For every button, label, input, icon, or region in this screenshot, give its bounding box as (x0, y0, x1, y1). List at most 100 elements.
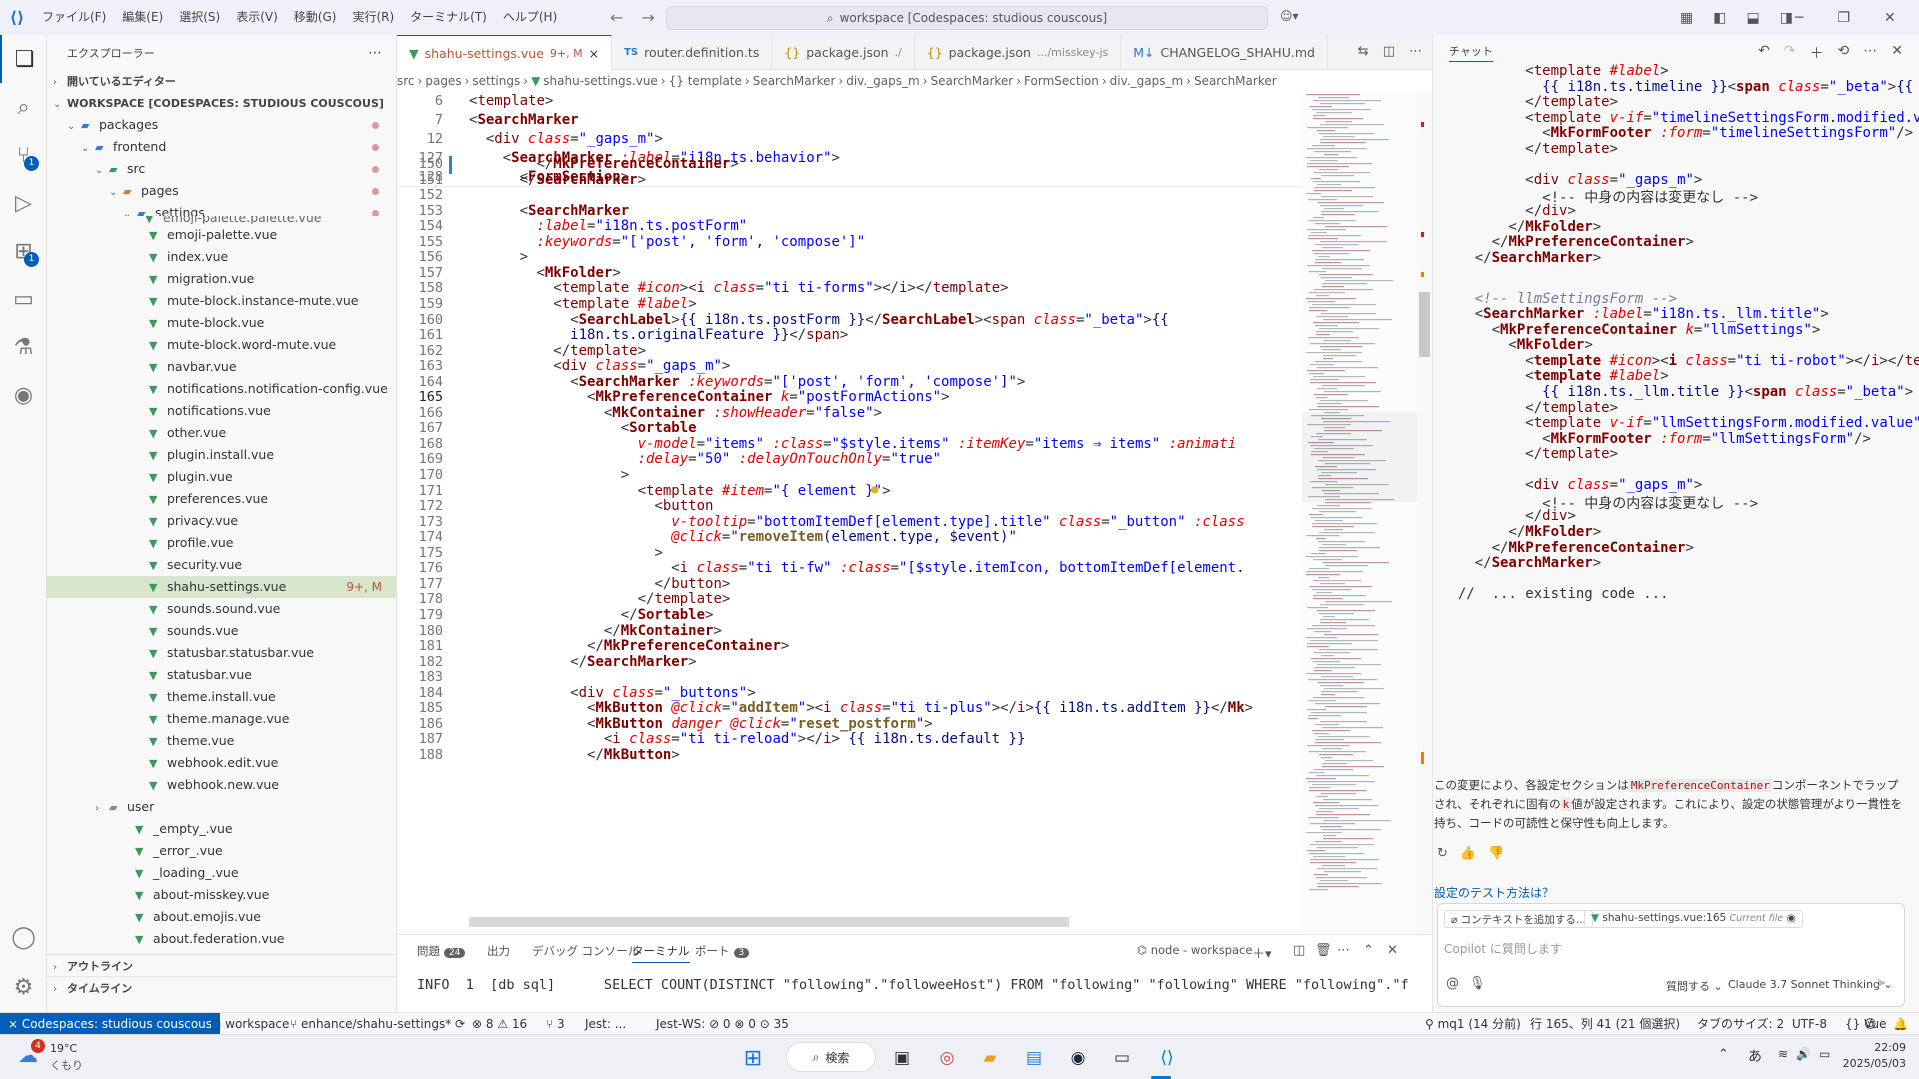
file-explorer-icon[interactable]: ▰ (975, 1043, 1005, 1073)
file-item[interactable]: ▼ _empty_.vue (47, 818, 396, 840)
file-item[interactable]: ▼ webhook.edit.vue (47, 752, 396, 774)
start-icon[interactable]: ⊞ (738, 1043, 768, 1073)
minimap[interactable] (1302, 92, 1417, 934)
breadcrumb-item[interactable]: shahu-settings.vue (543, 74, 658, 88)
file-item[interactable]: ▼ notifications.vue (47, 400, 396, 422)
menu-help[interactable]: ヘルプ(H) (495, 0, 565, 35)
file-clipped[interactable]: ▼ emoji-palette.palette.vue (47, 216, 396, 224)
file-item[interactable]: ▼ shahu-settings.vue 9+, M (47, 576, 396, 598)
more-actions-icon[interactable]: ⋯ (1409, 44, 1422, 59)
breadcrumb-item[interactable]: pages (425, 74, 461, 88)
file-item[interactable]: ▼ preferences.vue (47, 488, 396, 510)
lightbulb-icon[interactable]: ● (871, 482, 878, 496)
undo-icon[interactable]: ↶ (1758, 43, 1770, 63)
breadcrumb-item[interactable]: div._gaps_m (846, 74, 919, 88)
menu-run[interactable]: 実行(R) (344, 0, 402, 35)
panel-tab-debug-console[interactable]: デバッグ コンソール (532, 943, 639, 959)
thumbs-down-icon[interactable]: 👎 (1488, 846, 1504, 861)
workspace-section[interactable]: ⌄ WORKSPACE [CODESPACES: STUDIOUS COUSCOU… (47, 92, 396, 114)
folder-user[interactable]: › ▰ user (47, 796, 396, 818)
file-item[interactable]: ▼ mute-block.instance-mute.vue (47, 290, 396, 312)
mention-icon[interactable]: @ (1446, 976, 1459, 991)
testing-icon[interactable]: ⚗ (0, 323, 47, 371)
menu-go[interactable]: 移動(G) (286, 0, 345, 35)
tab-changelog[interactable]: M↓ CHANGELOG_SHAHU.md (1121, 35, 1328, 70)
file-item[interactable]: ▼ theme.vue (47, 730, 396, 752)
remote-explorer-icon[interactable]: ▭ (0, 275, 47, 323)
close-window-icon[interactable]: ✕ (1884, 10, 1896, 26)
breadcrumb-item[interactable]: SearchMarker (1194, 74, 1277, 88)
code-editor[interactable]: 6 <template> 7 <SearchMarker 12 <div cla… (397, 92, 1302, 934)
task-view-icon[interactable]: ▣ (887, 1043, 917, 1073)
kill-terminal-icon[interactable]: 🗑 (1315, 943, 1332, 958)
ime-indicator[interactable]: あ (1748, 1046, 1762, 1066)
menu-view[interactable]: 表示(V) (228, 0, 286, 35)
add-context-button[interactable]: ⌀ コンテキストを追加する... (1444, 910, 1593, 928)
folder-packages[interactable]: ⌄ ▰ packages (47, 114, 396, 136)
explorer-icon[interactable]: ❏ (0, 35, 47, 83)
close-panel-icon[interactable]: ✕ (1387, 943, 1398, 958)
file-item[interactable]: ▼ _error_.vue (47, 840, 396, 862)
folder-frontend[interactable]: ⌄ ▰ frontend (47, 136, 396, 158)
new-chat-icon[interactable]: ＋ (1810, 43, 1824, 63)
file-item[interactable]: ▼ other.vue (47, 422, 396, 444)
file-item[interactable]: ▼ notifications.notification-config.vue (47, 378, 396, 400)
breadcrumb-item[interactable]: {} template (669, 74, 742, 88)
steam-icon[interactable]: ◉ (1063, 1043, 1093, 1073)
minimize-icon[interactable]: ─ (1795, 10, 1803, 26)
breadcrumb-item[interactable]: settings (472, 74, 520, 88)
menu-selection[interactable]: 選択(S) (171, 0, 228, 35)
current-file-chip[interactable]: ▼ shahu-settings.vue:165 Current file ◉ (1584, 910, 1803, 928)
file-item[interactable]: ▼ mute-block.word-mute.vue (47, 334, 396, 356)
tab-shahu-settings[interactable]: ▼ shahu-settings.vue 9+, M × (397, 35, 613, 70)
restore-icon[interactable]: ❐ (1837, 10, 1850, 26)
file-item[interactable]: ▼ index.vue (47, 246, 396, 268)
new-terminal-icon[interactable]: ＋▾ (1252, 943, 1272, 962)
menu-terminal[interactable]: ターミナル(T) (402, 0, 495, 35)
github-icon[interactable]: ◉ (0, 371, 47, 419)
system-tray[interactable]: ≋ 🔊 ▭ (1778, 1047, 1830, 1061)
back-arrow-icon[interactable]: ← (610, 8, 623, 27)
microphone-icon[interactable]: 🎙 (1469, 976, 1486, 991)
toggle-sidebar-icon[interactable]: ◧ (1713, 10, 1726, 26)
breadcrumb-item[interactable]: FormSection (1024, 74, 1099, 88)
file-item[interactable]: ▼ plugin.install.vue (47, 444, 396, 466)
file-item[interactable]: ▼ privacy.vue (47, 510, 396, 532)
folder-pages[interactable]: ⌄ ▰ pages (47, 180, 396, 202)
clock-date[interactable]: 2025/05/03 (1836, 1057, 1906, 1070)
panel-tab-problems[interactable]: 問題 24 (417, 943, 466, 959)
redo-icon[interactable]: ↷ (1784, 43, 1796, 63)
file-item[interactable]: ▼ about.emojis.vue (47, 906, 396, 928)
file-item[interactable]: ▼ migration.vue (47, 268, 396, 290)
panel-tab-output[interactable]: 出力 (487, 943, 510, 959)
retry-icon[interactable]: ↻ (1437, 846, 1448, 861)
file-item[interactable]: ▼ navbar.vue (47, 356, 396, 378)
suggested-question[interactable]: 設定のテスト方法は？ (1434, 884, 1554, 901)
breadcrumb-item[interactable]: SearchMarker (753, 74, 836, 88)
extensions-icon[interactable]: ⊞ 1 (0, 227, 47, 275)
file-item[interactable]: ▼ plugin.vue (47, 466, 396, 488)
mode-dropdown[interactable]: 質問する ⌄ (1666, 978, 1723, 994)
send-icon[interactable]: ➤ (1876, 976, 1887, 991)
copilot-status-icon[interactable]: ☺ (1864, 1013, 1877, 1035)
model-dropdown[interactable]: Claude 3.7 Sonnet Thinking ⌄ (1728, 978, 1893, 991)
tab-router-definition[interactable]: TS router.definition.ts (612, 35, 773, 70)
encoding[interactable]: UTF-8 (1792, 1013, 1827, 1035)
history-icon[interactable]: ⟲ (1838, 43, 1850, 63)
maximize-panel-icon[interactable]: ⌃ (1363, 943, 1374, 958)
breadcrumb-item[interactable]: src (397, 74, 415, 88)
file-item[interactable]: ▼ about.federation.vue (47, 928, 396, 950)
tray-chevron-icon[interactable]: ⌃ (1718, 1047, 1729, 1062)
tab-package-json[interactable]: {} package.json ./ (772, 35, 915, 70)
breadcrumb-item[interactable]: SearchMarker (931, 74, 1014, 88)
chat-input[interactable]: Copilot に質問します (1444, 940, 1562, 957)
cursor-position[interactable]: 行 165、列 41 (21 個選択) (1530, 1013, 1680, 1035)
file-item[interactable]: ▼ theme.manage.vue (47, 708, 396, 730)
terminal-output[interactable]: INFO 1 [db sql] SELECT COUNT(DISTINCT "f… (417, 977, 1409, 993)
split-editor-icon[interactable]: ◫ (1383, 44, 1395, 59)
file-item[interactable]: ▼ sounds.vue (47, 620, 396, 642)
thumbs-up-icon[interactable]: 👍 (1460, 846, 1476, 861)
toggle-secondary-sidebar-icon[interactable]: ◨ (1780, 10, 1793, 26)
source-control-icon[interactable]: ⑂ 1 (0, 131, 47, 179)
forward-arrow-icon[interactable]: → (641, 8, 654, 27)
